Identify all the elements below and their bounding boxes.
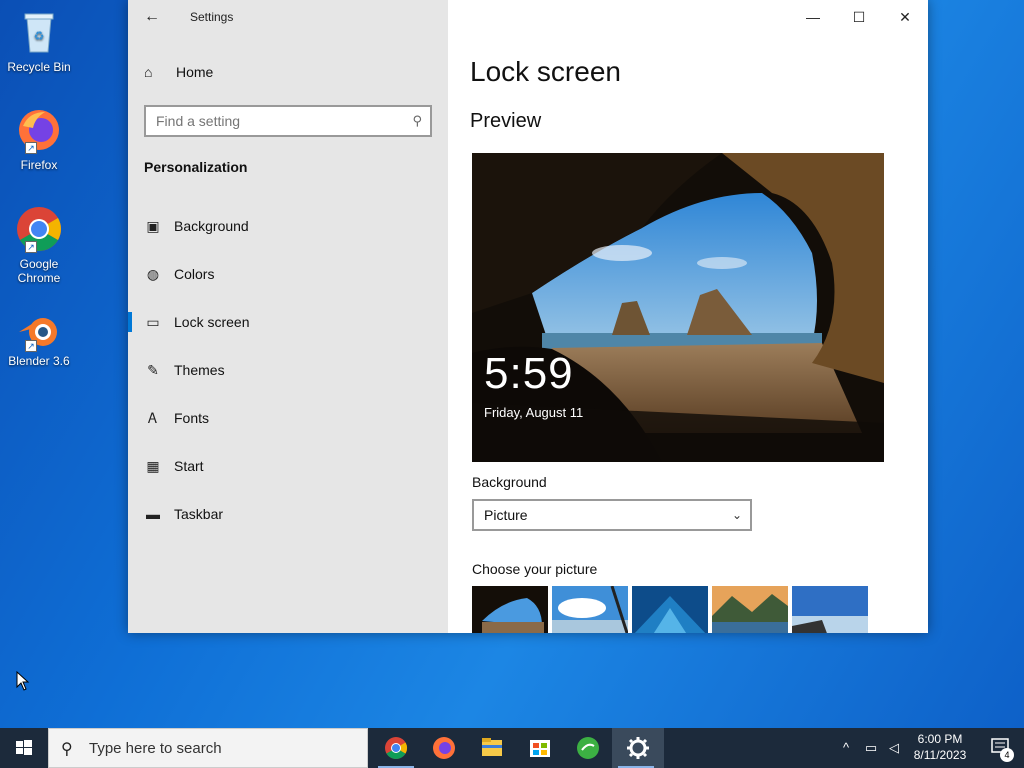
desktop-icon-label: Google Chrome <box>17 257 61 285</box>
sidebar-item-label: Start <box>174 458 204 474</box>
sidebar-item-taskbar[interactable]: ▬ Taskbar <box>128 490 448 538</box>
settings-window: ⌂ Home ⚲ Personalization ▣ Background ◍ Col… <box>128 0 928 633</box>
taskbar-app-file-explorer[interactable] <box>468 728 516 768</box>
sidebar-item-label: Background <box>174 218 249 234</box>
search-box: ⚲ <box>144 105 432 137</box>
blender-icon: ↗ <box>15 312 63 352</box>
lock-screen-icon: ▭ <box>146 314 160 330</box>
sidebar-item-lock-screen[interactable]: ▭ Lock screen <box>128 298 448 346</box>
picture-thumbnail[interactable] <box>712 586 788 633</box>
sidebar-item-fonts[interactable]: Ꭺ Fonts <box>128 394 448 442</box>
taskbar-app-chrome[interactable] <box>372 728 420 768</box>
picture-thumbnail[interactable] <box>632 586 708 633</box>
lock-screen-preview: 5:59 Friday, August 11 <box>472 153 884 462</box>
desktop-icon-google-chrome[interactable]: ↗ Google Chrome <box>4 205 74 285</box>
start-icon: ▦ <box>146 458 160 474</box>
network-icon[interactable]: ▭ <box>860 728 882 768</box>
background-label: Background <box>472 474 547 490</box>
mouse-cursor-icon <box>16 670 30 696</box>
firefox-icon <box>433 737 455 759</box>
notification-icon <box>991 738 1009 753</box>
picture-thumbnails <box>472 586 868 633</box>
fonts-icon: Ꭺ <box>148 410 158 426</box>
window-title: Settings <box>190 10 234 24</box>
taskbar-app-firefox[interactable] <box>420 728 468 768</box>
themes-icon: ✎ <box>147 362 159 378</box>
minimize-button[interactable]: — <box>790 0 836 34</box>
picture-thumbnail[interactable] <box>552 586 628 633</box>
desktop-icon-label: Recycle Bin <box>7 60 71 74</box>
sidebar-item-colors[interactable]: ◍ Colors <box>128 250 448 298</box>
picture-thumbnail[interactable] <box>472 586 548 633</box>
sidebar-item-home[interactable]: ⌂ Home <box>144 64 213 80</box>
chrome-icon: ↗ <box>15 205 63 253</box>
clock-date: 8/11/2023 <box>913 748 967 762</box>
sidebar-item-start[interactable]: ▦ Start <box>128 442 448 490</box>
sidebar-item-themes[interactable]: ✎ Themes <box>128 346 448 394</box>
shortcut-arrow-icon: ↗ <box>25 340 37 352</box>
back-arrow-icon[interactable]: ← <box>144 8 162 26</box>
sidebar-nav: ▣ Background ◍ Colors ▭ Lock screen ✎ Themes… <box>128 202 448 538</box>
sidebar-item-label: Fonts <box>174 410 210 426</box>
taskbar-app-green[interactable] <box>564 728 612 768</box>
desktop-icon-blender[interactable]: ↗ Blender 3.6 <box>4 312 74 368</box>
desktop-icon-firefox[interactable]: ↗ Firefox <box>4 106 74 172</box>
clock-time: 6:00 PM <box>917 732 963 746</box>
title-bar: ← Settings — ☐ ✕ <box>128 0 928 34</box>
store-icon <box>530 740 550 757</box>
taskbar-app-microsoft-store[interactable] <box>516 728 564 768</box>
gear-icon <box>627 737 649 759</box>
search-icon: ⚲ <box>61 741 73 758</box>
background-dropdown-value: Picture <box>484 507 528 523</box>
home-label: Home <box>176 64 214 80</box>
maximize-button[interactable]: ☐ <box>836 0 882 34</box>
desktop-icon-recycle-bin[interactable]: ♻ Recycle Bin <box>4 8 74 74</box>
start-button[interactable] <box>0 728 48 768</box>
taskbar-icon: ▬ <box>146 506 160 522</box>
recycle-bin-icon: ♻ <box>15 8 63 56</box>
taskbar-app-settings[interactable] <box>612 728 664 768</box>
sidebar-item-label: Lock screen <box>174 314 250 330</box>
chevron-down-icon: ⌄ <box>731 508 742 522</box>
windows-logo-icon <box>16 740 32 755</box>
search-input[interactable] <box>146 107 396 135</box>
background-dropdown[interactable]: Picture ⌄ <box>472 499 752 531</box>
show-hidden-icons-chevron-up-icon[interactable]: ^ <box>836 728 856 768</box>
sidebar: ⌂ Home ⚲ Personalization ▣ Background ◍ Col… <box>128 0 448 633</box>
page-title: Lock screen <box>470 56 621 87</box>
section-title: Personalization <box>144 159 248 175</box>
folder-icon <box>482 738 502 756</box>
preview-time: 5:59 <box>484 349 574 398</box>
taskbar-search-placeholder: Type here to search <box>89 740 222 757</box>
shortcut-arrow-icon: ↗ <box>25 142 37 154</box>
preview-date: Friday, August 11 <box>484 405 584 420</box>
preview-heading: Preview <box>470 110 542 132</box>
notification-center-button[interactable]: 4 <box>980 728 1024 768</box>
desktop-icon-label: Blender 3.6 <box>8 354 70 368</box>
home-icon: ⌂ <box>144 64 153 80</box>
search-icon[interactable]: ⚲ <box>412 113 422 129</box>
shortcut-arrow-icon: ↗ <box>25 241 37 253</box>
notification-count-badge: 4 <box>1000 748 1014 762</box>
close-button[interactable]: ✕ <box>882 0 928 34</box>
sidebar-item-label: Taskbar <box>174 506 224 522</box>
taskbar-search[interactable]: ⚲ Type here to search <box>48 728 368 768</box>
picture-thumbnail[interactable] <box>792 586 868 633</box>
taskbar-clock[interactable]: 6:00 PM 8/11/2023 <box>900 731 980 763</box>
firefox-icon: ↗ <box>15 106 63 154</box>
sidebar-item-label: Colors <box>174 266 215 282</box>
chrome-icon <box>385 737 407 759</box>
desktop-icon-label: Firefox <box>20 158 58 172</box>
taskbar: ⚲ Type here to search ^ ▭ ◁ 6:00 PM 8/11… <box>0 728 1024 768</box>
choose-picture-label: Choose your picture <box>472 561 598 577</box>
svg-text:♻: ♻ <box>34 29 45 43</box>
green-app-icon <box>577 737 599 759</box>
palette-icon: ◍ <box>146 266 160 282</box>
sidebar-item-background[interactable]: ▣ Background <box>128 202 448 250</box>
image-icon: ▣ <box>146 218 160 234</box>
main-content: Lock screen Preview 5:59 Friday, August … <box>448 0 928 633</box>
sidebar-item-label: Themes <box>174 362 225 378</box>
